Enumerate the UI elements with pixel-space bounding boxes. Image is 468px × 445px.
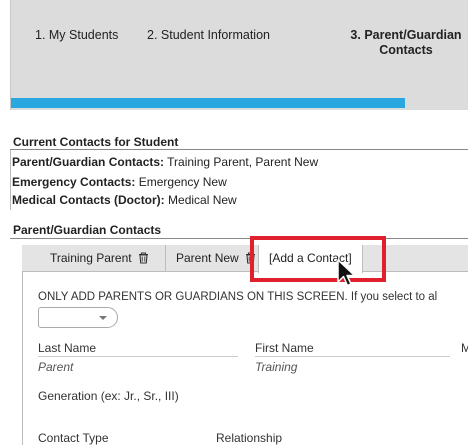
parent-contacts-summary: Parent/Guardian Contacts: Training Paren… — [12, 155, 318, 169]
first-name-underline — [255, 356, 450, 357]
step-parent-guardian-contacts[interactable]: 3. Parent/Guardian Contacts — [341, 28, 468, 58]
step-label-line1: 3. Parent/Guardian — [350, 28, 462, 42]
trash-icon[interactable] — [138, 252, 149, 264]
wizard-progress-bar — [11, 98, 405, 108]
medical-contacts-summary-value: Medical New — [168, 193, 237, 207]
generation-label: Generation (ex: Jr., Sr., III) — [38, 389, 179, 403]
tab-label: Training Parent — [50, 251, 132, 265]
relationship-label: Relationship — [216, 431, 283, 445]
middle-name-label: M — [461, 341, 468, 355]
step-student-information[interactable]: 2. Student Information — [147, 28, 270, 43]
step-my-students[interactable]: 1. My Students — [35, 28, 118, 43]
parent-contacts-summary-value: Training Parent, Parent New — [167, 155, 319, 169]
tab-training-parent[interactable]: Training Parent — [40, 245, 159, 272]
contact-type-label: Contact Type — [38, 431, 109, 445]
last-name-label: Last Name — [38, 341, 97, 355]
first-name-field[interactable]: Training — [255, 360, 297, 374]
current-contacts-title: Current Contacts for Student — [13, 135, 179, 149]
parents-only-notice: ONLY ADD PARENTS OR GUARDIANS ON THIS SC… — [38, 291, 438, 303]
wizard-steps: 1. My Students 2. Student Information 3.… — [10, 0, 468, 110]
emergency-contacts-summary-value: Emergency New — [138, 175, 227, 189]
step-label-line2: Contacts — [379, 43, 433, 57]
last-name-underline — [38, 356, 238, 357]
medical-contacts-summary-label: Medical Contacts (Doctor): — [12, 193, 165, 207]
emergency-contacts-summary-label: Emergency Contacts: — [12, 175, 136, 189]
medical-contacts-summary: Medical Contacts (Doctor): Medical New — [12, 193, 237, 207]
first-name-label: First Name — [255, 341, 314, 355]
section-title: Parent/Guardian Contacts — [13, 223, 162, 237]
tab-label: Parent New — [176, 251, 239, 265]
last-name-field[interactable]: Parent — [38, 360, 73, 374]
contact-select-dropdown[interactable] — [38, 307, 118, 328]
chevron-down-icon — [99, 316, 107, 320]
parent-contacts-summary-label: Parent/Guardian Contacts: — [12, 155, 165, 169]
emergency-contacts-summary: Emergency Contacts: Emergency New — [12, 175, 227, 189]
divider — [10, 238, 468, 239]
